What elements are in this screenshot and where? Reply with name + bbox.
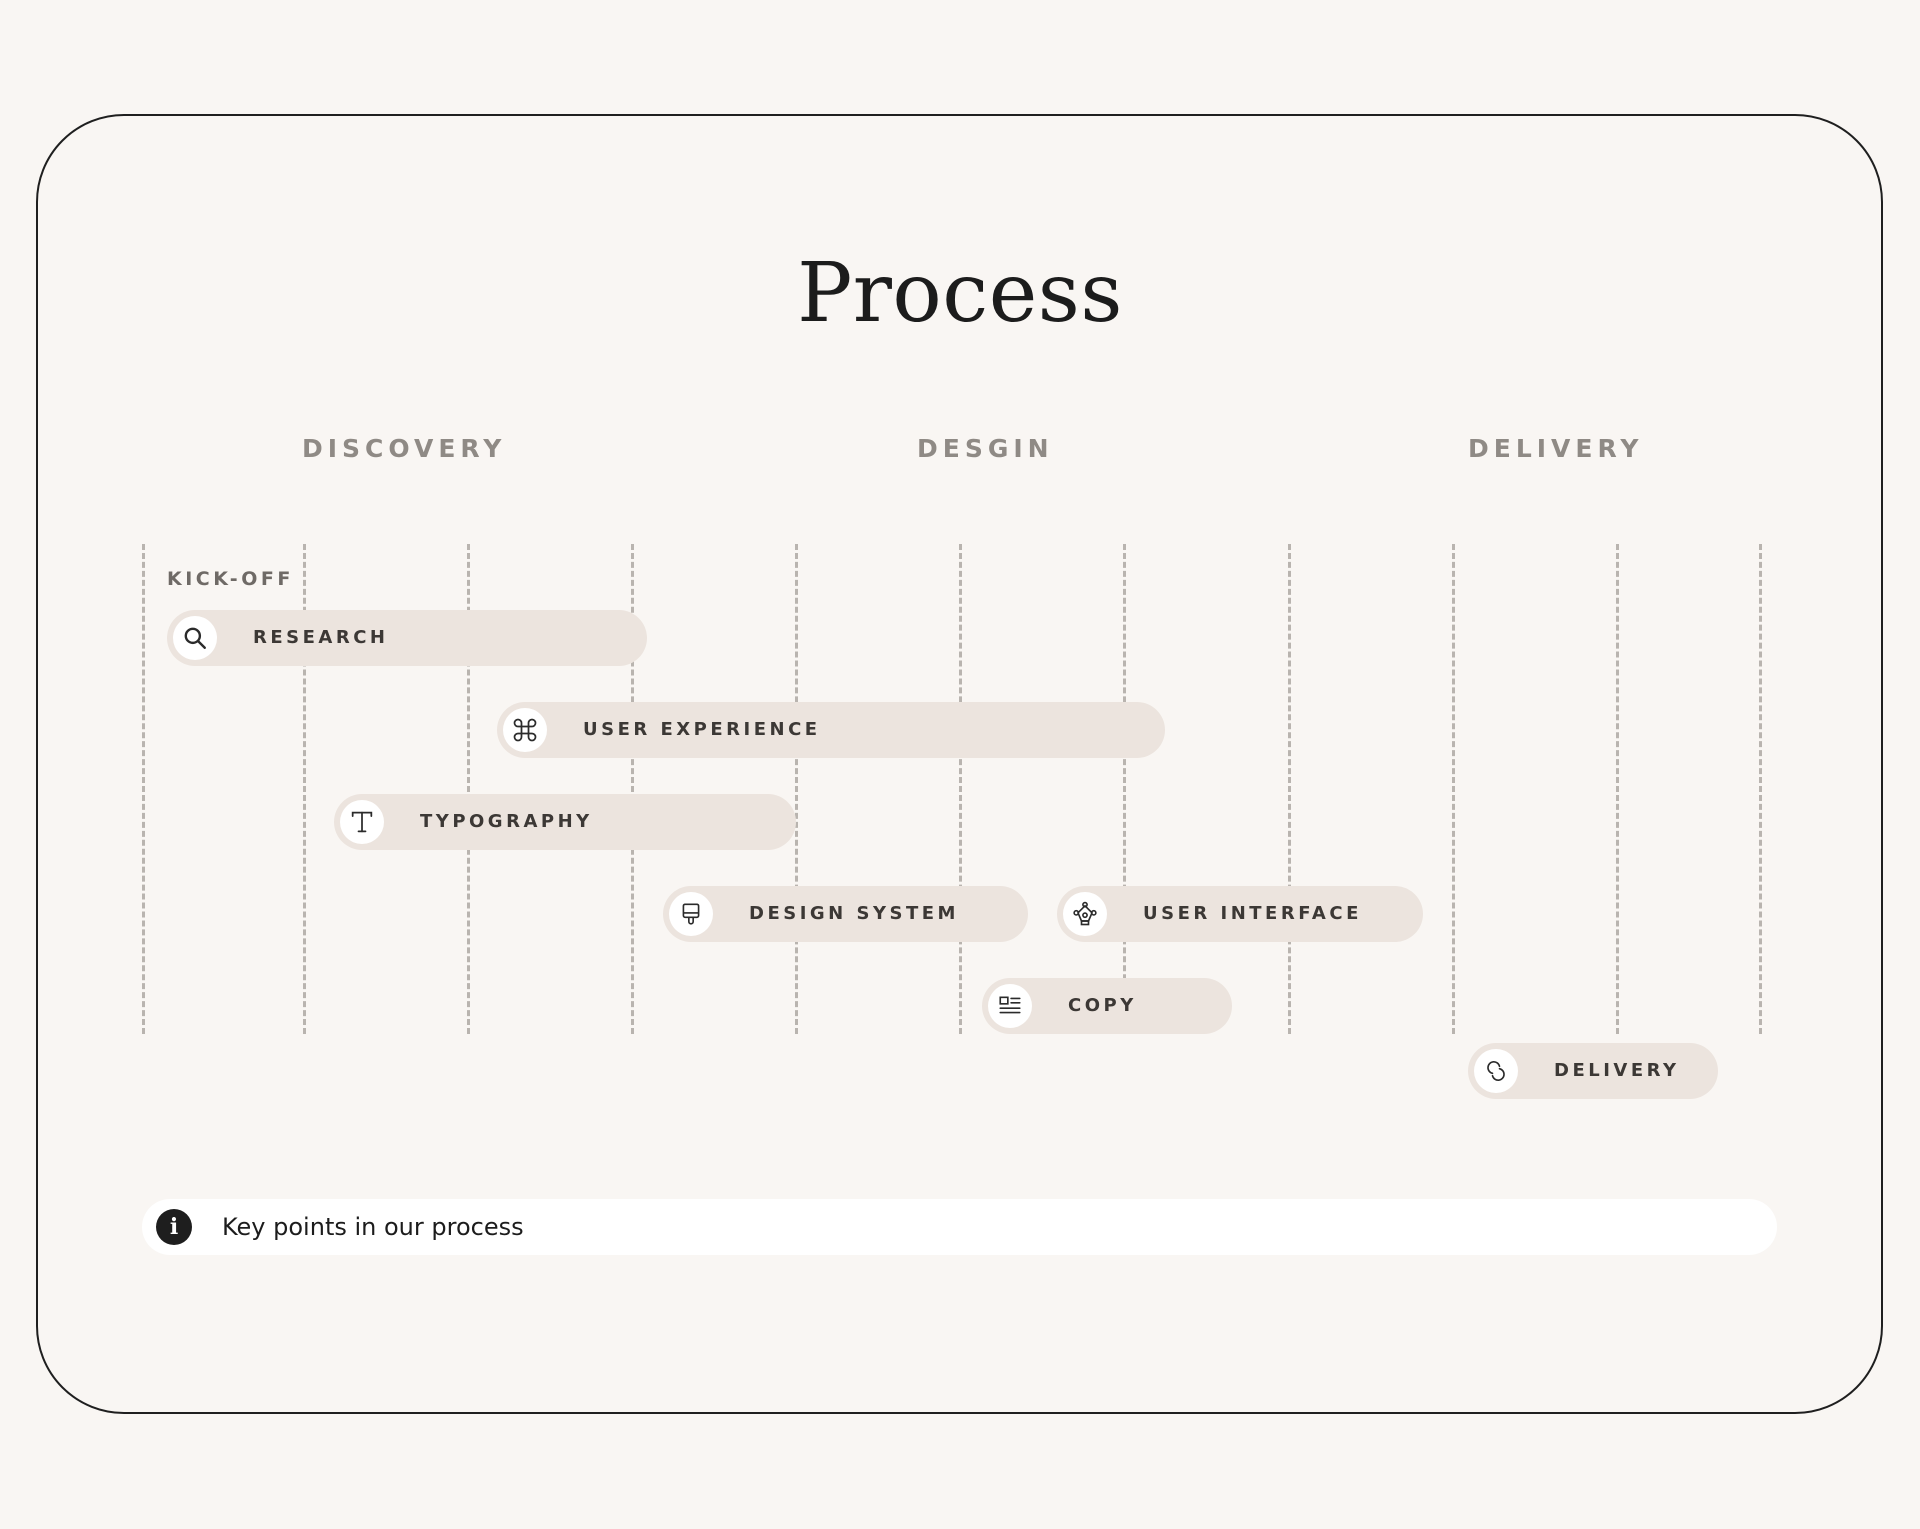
task-pill-user-interface: USER INTERFACE <box>1057 886 1423 942</box>
timeline-grid-line <box>1759 544 1762 1034</box>
phase-label-design: DESGIN <box>917 434 1054 463</box>
task-label: DESIGN SYSTEM <box>749 903 959 924</box>
timeline-grid-line <box>1616 544 1619 1034</box>
task-pill-research: RESEARCH <box>167 610 647 666</box>
task-label: COPY <box>1068 995 1137 1016</box>
kickoff-label: KICK-OFF <box>167 568 294 590</box>
task-label: DELIVERY <box>1554 1060 1680 1081</box>
phase-label-delivery: DELIVERY <box>1468 434 1644 463</box>
link-icon <box>1474 1049 1518 1093</box>
task-pill-copy: COPY <box>982 978 1232 1034</box>
task-pill-user-experience: USER EXPERIENCE <box>497 702 1165 758</box>
info-icon: i <box>156 1209 192 1245</box>
timeline-grid-line <box>1123 544 1126 1034</box>
phase-label-discovery: DISCOVERY <box>302 434 507 463</box>
timeline-grid-line <box>1452 544 1455 1034</box>
task-label: USER EXPERIENCE <box>583 719 821 740</box>
task-label: USER INTERFACE <box>1143 903 1362 924</box>
timeline-grid-line <box>1288 544 1291 1034</box>
task-pill-design-system: DESIGN SYSTEM <box>663 886 1028 942</box>
info-text: Key points in our process <box>222 1213 524 1241</box>
info-bar: i Key points in our process <box>142 1199 1777 1255</box>
timeline-grid-line <box>142 544 145 1034</box>
design-system-icon <box>669 892 713 936</box>
search-icon <box>173 616 217 660</box>
timeline-grid-line <box>795 544 798 1034</box>
task-pill-typography: TYPOGRAPHY <box>334 794 796 850</box>
task-label: RESEARCH <box>253 627 389 648</box>
typography-icon <box>340 800 384 844</box>
text-list-icon <box>988 984 1032 1028</box>
vector-nodes-icon <box>1063 892 1107 936</box>
task-label: TYPOGRAPHY <box>420 811 593 832</box>
timeline-grid-line <box>959 544 962 1034</box>
command-icon <box>503 708 547 752</box>
task-pill-delivery: DELIVERY <box>1468 1043 1718 1099</box>
page-title: Process <box>797 246 1123 341</box>
